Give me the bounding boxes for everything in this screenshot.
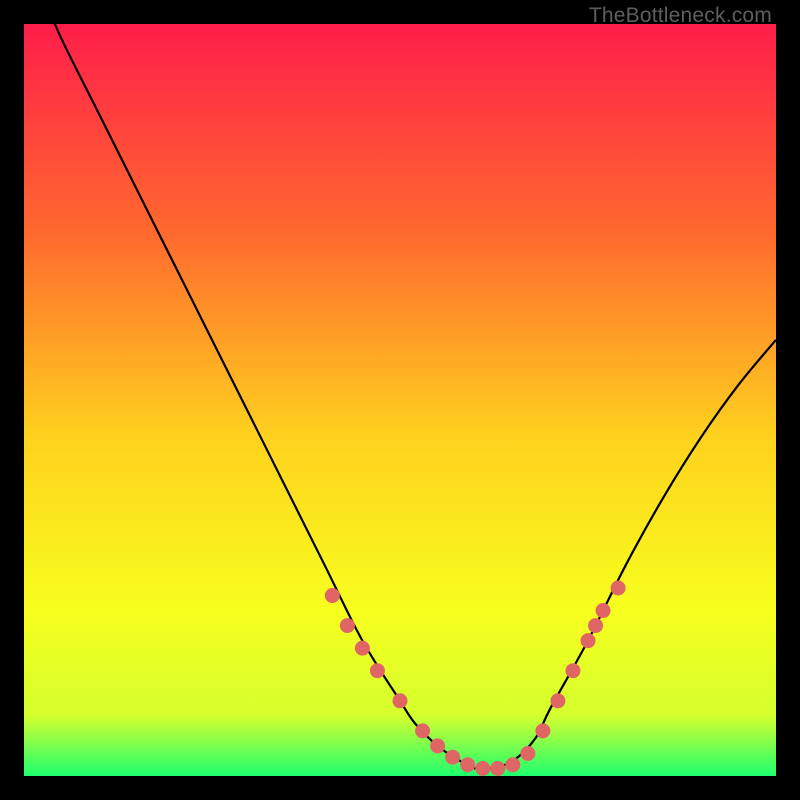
optimal-range-marker [588, 618, 603, 633]
chart-svg [24, 24, 776, 776]
optimal-range-marker [550, 693, 565, 708]
optimal-range-marker [475, 761, 490, 776]
optimal-range-marker [490, 761, 505, 776]
curve-layer [39, 24, 776, 769]
optimal-range-marker [430, 738, 445, 753]
optimal-range-marker [460, 757, 475, 772]
optimal-range-marker [355, 641, 370, 656]
optimal-range-marker [611, 581, 626, 596]
optimal-range-marker [370, 663, 385, 678]
optimal-range-marker [535, 723, 550, 738]
optimal-range-marker [445, 750, 460, 765]
optimal-range-marker [325, 588, 340, 603]
optimal-range-marker [581, 633, 596, 648]
optimal-range-marker [520, 746, 535, 761]
marker-layer [325, 581, 626, 776]
optimal-range-marker [596, 603, 611, 618]
optimal-range-marker [415, 723, 430, 738]
optimal-range-marker [340, 618, 355, 633]
optimal-range-marker [565, 663, 580, 678]
watermark-text: TheBottleneck.com [589, 4, 772, 28]
optimal-range-marker [393, 693, 408, 708]
bottleneck-curve [39, 24, 776, 769]
optimal-range-marker [505, 757, 520, 772]
